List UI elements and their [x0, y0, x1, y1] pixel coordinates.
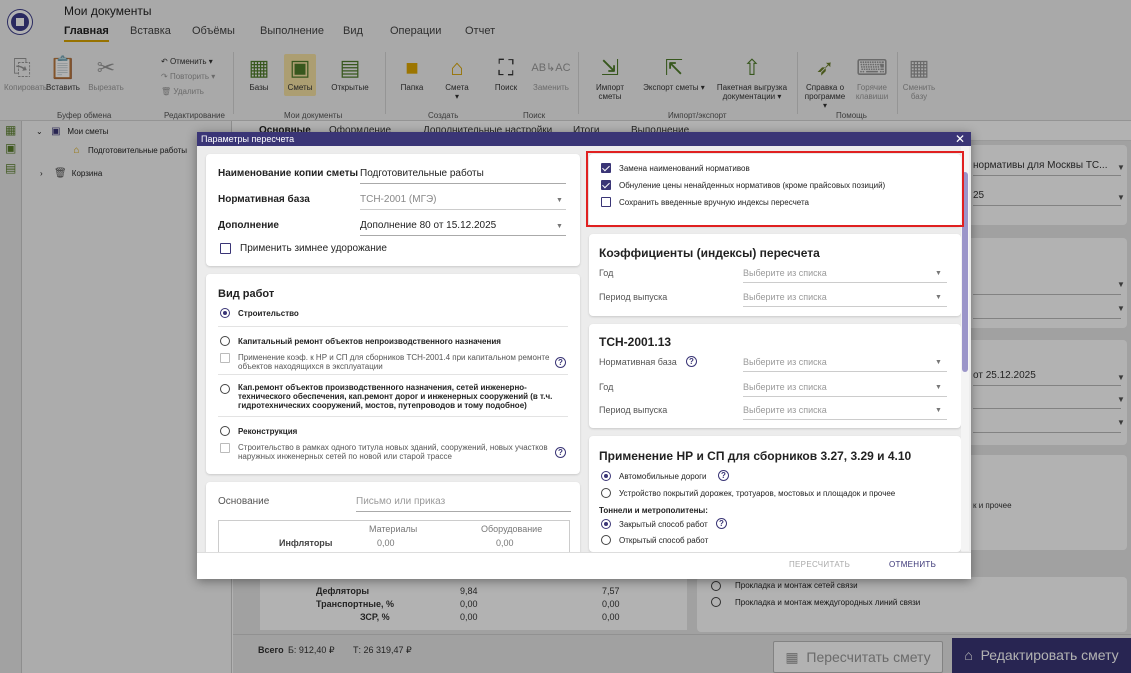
recalc-button[interactable]: ПЕРЕСЧИТАТЬ — [789, 560, 850, 569]
cap-repair-coef-checkbox[interactable] — [220, 353, 230, 363]
underline — [743, 306, 947, 307]
tunnels-title: Тоннели и метрополитены: — [599, 506, 708, 515]
radio-pavements[interactable] — [601, 488, 611, 498]
underline — [356, 511, 571, 512]
closed-label: Закрытый способ работ — [619, 520, 708, 529]
reconstruction-label: Реконструкция — [238, 427, 298, 436]
radio-roads[interactable] — [601, 471, 611, 481]
inflators-materials: 0,00 — [377, 538, 395, 548]
col-equipment: Оборудование — [481, 524, 543, 534]
close-icon[interactable]: ✕ — [955, 132, 965, 146]
winter-checkbox[interactable] — [220, 243, 231, 254]
tsn-year-select[interactable]: Выберите из списка — [743, 382, 827, 392]
tsn-year-label: Год — [599, 382, 614, 392]
help-icon[interactable]: ? — [716, 518, 727, 529]
help-icon[interactable]: ? — [555, 357, 566, 368]
underline — [360, 209, 566, 210]
addition-label: Дополнение — [218, 220, 279, 231]
divider — [218, 374, 568, 375]
nr-sp-card: Применение НР и СП для сборников 3.27, 3… — [589, 436, 961, 552]
col-materials: Материалы — [369, 524, 418, 534]
dialog-footer: ПЕРЕСЧИТАТЬ ОТМЕНИТЬ — [197, 552, 971, 579]
winter-label: Применить зимнее удорожание — [240, 243, 387, 254]
radio-open[interactable] — [601, 535, 611, 545]
underline — [360, 235, 566, 236]
help-icon[interactable]: ? — [555, 447, 566, 458]
inflators-equipment: 0,00 — [496, 538, 514, 548]
tsn-norm-label: Нормативная база — [599, 357, 677, 367]
dialog-header: Параметры пересчета — [197, 132, 971, 146]
inflators-label: Инфляторы — [279, 538, 333, 548]
highlight-box — [586, 151, 964, 227]
period-label: Период выпуска — [599, 292, 668, 302]
reconstruction-sub-label: Строительство в рамках одного титула нов… — [238, 443, 548, 461]
caret-down-icon: ▼ — [935, 270, 942, 277]
copy-name-input[interactable]: Подготовительные работы — [360, 168, 484, 179]
cap-repair-label: Капитальный ремонт объектов непроизводст… — [238, 337, 501, 346]
nr-sp-title: Применение НР и СП для сборников 3.27, 3… — [599, 449, 912, 463]
construction-label: Строительство — [238, 309, 299, 318]
radio-reconstruction[interactable] — [220, 426, 230, 436]
addition-select[interactable]: Дополнение 80 от 15.12.2025 — [360, 220, 496, 231]
norm-base-label: Нормативная база — [218, 194, 310, 205]
caret-down-icon: ▼ — [935, 294, 942, 301]
caret-down-icon: ▼ — [556, 197, 563, 204]
tsn-period-select[interactable]: Выберите из списка — [743, 405, 827, 415]
caret-down-icon: ▼ — [935, 407, 942, 414]
reconstruction-checkbox[interactable] — [220, 443, 230, 453]
work-type-card: Вид работ Строительство Капитальный ремо… — [206, 274, 580, 474]
caret-down-icon: ▼ — [935, 384, 942, 391]
tsn-title: ТСН-2001.13 — [599, 335, 672, 349]
basis-input[interactable]: Письмо или приказ — [356, 496, 445, 507]
tsn-norm-select[interactable]: Выберите из списка — [743, 357, 827, 367]
copy-params-card: Наименование копии сметы Подготовительны… — [206, 154, 580, 266]
work-type-title: Вид работ — [218, 288, 275, 300]
basis-label: Основание — [218, 496, 270, 507]
radio-cap-repair-prod[interactable] — [220, 384, 230, 394]
cap-repair-coef-label: Применение коэф. к НР и СП для сборников… — [238, 353, 550, 371]
pavements-label: Устройство покрытий дорожек, тротуаров, … — [619, 489, 896, 498]
underline — [743, 396, 947, 397]
radio-construction[interactable] — [220, 308, 230, 318]
radio-cap-repair[interactable] — [220, 336, 230, 346]
divider — [218, 326, 568, 327]
cap-repair-prod-label: Кап.ремонт объектов производственного на… — [238, 383, 553, 410]
coefficients-card: Коэффициенты (индексы) пересчета Год Выб… — [589, 234, 961, 316]
help-icon[interactable]: ? — [718, 470, 729, 481]
coefficients-title: Коэффициенты (индексы) пересчета — [599, 246, 820, 260]
underline — [743, 282, 947, 283]
basis-card: Основание Письмо или приказ Материалы Об… — [206, 482, 580, 562]
underline — [743, 371, 947, 372]
year-select[interactable]: Выберите из списка — [743, 268, 827, 278]
open-label: Открытый способ работ — [619, 536, 709, 545]
caret-down-icon: ▼ — [935, 359, 942, 366]
roads-label: Автомобильные дороги — [619, 472, 707, 481]
tsn-card: ТСН-2001.13 Нормативная база ? Выберите … — [589, 324, 961, 428]
year-label: Год — [599, 268, 614, 278]
divider — [218, 416, 568, 417]
copy-name-label: Наименование копии сметы — [218, 168, 359, 179]
help-icon[interactable]: ? — [686, 356, 697, 367]
norm-base-select[interactable]: ТСН-2001 (МГЭ) — [360, 194, 437, 205]
tsn-period-label: Период выпуска — [599, 405, 668, 415]
underline — [743, 419, 947, 420]
underline — [360, 183, 566, 184]
period-select[interactable]: Выберите из списка — [743, 292, 827, 302]
caret-down-icon: ▼ — [556, 223, 563, 230]
dialog-title: Параметры пересчета — [201, 134, 295, 144]
cancel-button[interactable]: ОТМЕНИТЬ — [889, 560, 936, 569]
radio-closed[interactable] — [601, 519, 611, 529]
